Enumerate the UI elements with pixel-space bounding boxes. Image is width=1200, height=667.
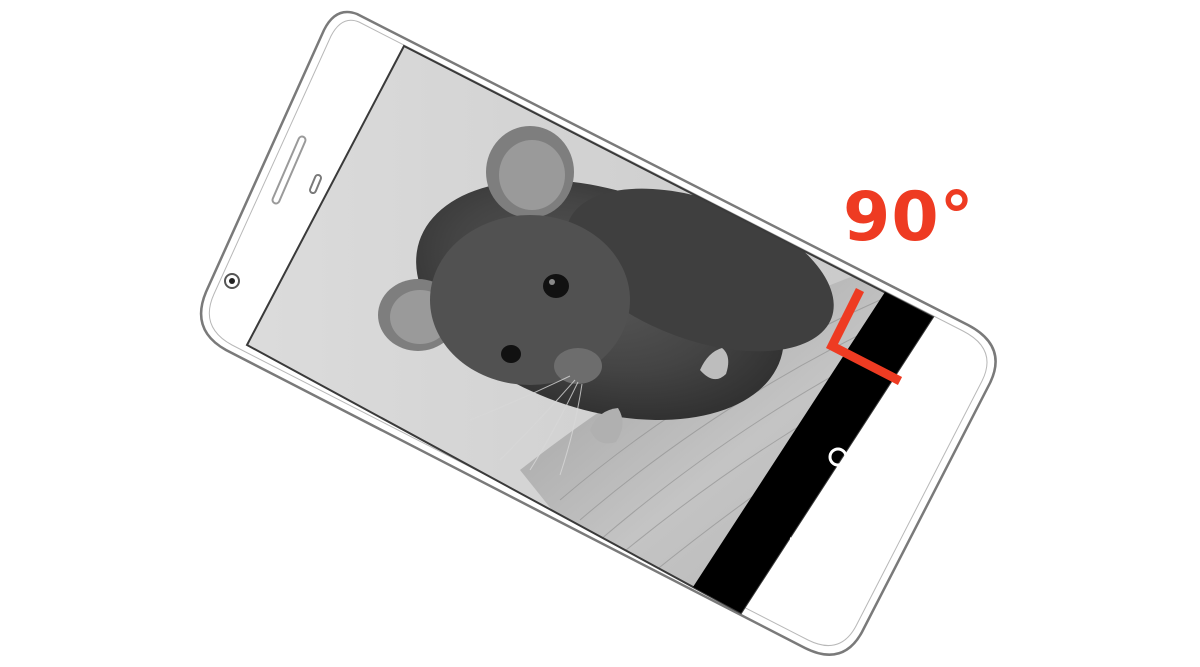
rotated-phone-illustration (199, 10, 997, 656)
angle-label: 90° (843, 178, 975, 257)
front-camera-icon (224, 273, 240, 289)
illustration-stage: 90° (0, 0, 1200, 667)
proximity-sensor-icon (309, 174, 322, 194)
